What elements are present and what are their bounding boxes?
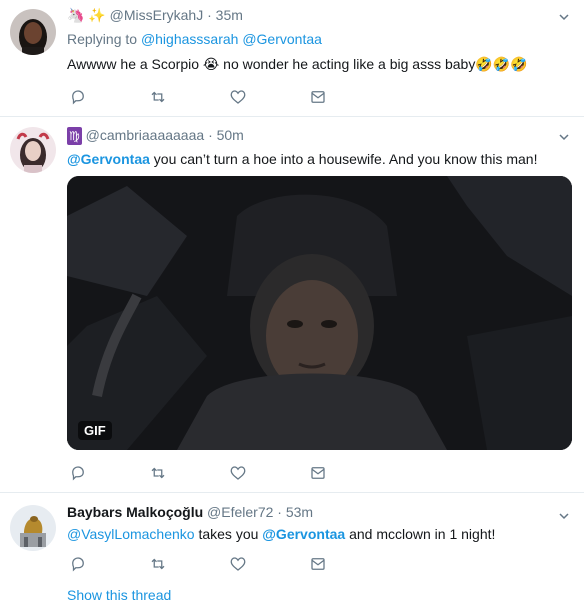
dm-icon[interactable] — [307, 87, 329, 107]
tweet-3[interactable]: Baybars Malkoçoğlu @Efeler72 · 53m @Vasy… — [0, 493, 584, 600]
like-icon[interactable] — [227, 87, 249, 107]
retweet-icon[interactable] — [147, 87, 169, 107]
timestamp[interactable]: · 35m — [207, 7, 243, 23]
gif-badge: GIF — [78, 421, 112, 440]
reply-mention-highasssarah[interactable]: @highasssarah — [141, 31, 239, 47]
reply-icon[interactable] — [67, 463, 89, 483]
avatar[interactable] — [10, 127, 56, 173]
chevron-down-icon[interactable] — [558, 130, 570, 142]
replying-to: Replying to @highasssarah @Gervontaa — [67, 31, 322, 47]
retweet-icon[interactable] — [147, 463, 169, 483]
dm-icon[interactable] — [307, 463, 329, 483]
chevron-down-icon[interactable] — [558, 509, 570, 521]
avatar[interactable] — [10, 9, 56, 55]
unicorn-sparkle-emoji: 🦄 ✨ — [67, 7, 106, 23]
tweet-1[interactable]: 🦄 ✨ @MissErykahJ · 35m Replying to @high… — [0, 0, 584, 116]
timestamp[interactable]: · 50m — [208, 127, 244, 143]
tweet-text: @VasylLomachenko takes you @Gervontaa an… — [67, 526, 496, 542]
tweet-actions — [67, 554, 367, 574]
like-icon[interactable] — [227, 554, 249, 574]
reply-icon[interactable] — [67, 87, 89, 107]
avatar[interactable] — [10, 505, 56, 551]
tweet-text: Awwww he a Scorpio 😭 no wonder he acting… — [67, 56, 528, 72]
user-handle[interactable]: @Efeler72 — [207, 504, 273, 520]
tweet-header: Baybars Malkoçoğlu @Efeler72 · 53m — [67, 503, 570, 521]
user-handle[interactable]: @cambriaaaaaaaa — [86, 127, 205, 143]
chevron-down-icon[interactable] — [558, 10, 570, 22]
tweet-header: 🦄 ✨ @MissErykahJ · 35m — [67, 6, 570, 24]
like-icon[interactable] — [227, 463, 249, 483]
tweet-header: ♍ @cambriaaaaaaaa · 50m — [67, 126, 570, 145]
user-handle[interactable]: @MissErykahJ — [110, 7, 204, 23]
virgo-emoji: ♍ — [67, 127, 82, 145]
tweet-actions — [67, 463, 367, 483]
show-thread-link[interactable]: Show this thread — [67, 587, 171, 603]
tweet-actions — [67, 87, 367, 107]
reply-icon[interactable] — [67, 554, 89, 574]
mention-gervontaa[interactable]: @Gervontaa — [67, 151, 150, 167]
display-name[interactable]: Baybars Malkoçoğlu — [67, 504, 203, 520]
tweet-text: @Gervontaa you can’t turn a hoe into a h… — [67, 151, 538, 167]
gif-media[interactable]: GIF — [67, 176, 572, 450]
mention-gervontaa[interactable]: @Gervontaa — [262, 526, 345, 542]
tweet-2[interactable]: ♍ @cambriaaaaaaaa · 50m @Gervontaa you c… — [0, 117, 584, 492]
timestamp[interactable]: · 53m — [277, 504, 313, 520]
reply-mention-gervontaa[interactable]: @Gervontaa — [242, 31, 322, 47]
dm-icon[interactable] — [307, 554, 329, 574]
mention-vasyllomachenko[interactable]: @VasylLomachenko — [67, 526, 195, 542]
retweet-icon[interactable] — [147, 554, 169, 574]
